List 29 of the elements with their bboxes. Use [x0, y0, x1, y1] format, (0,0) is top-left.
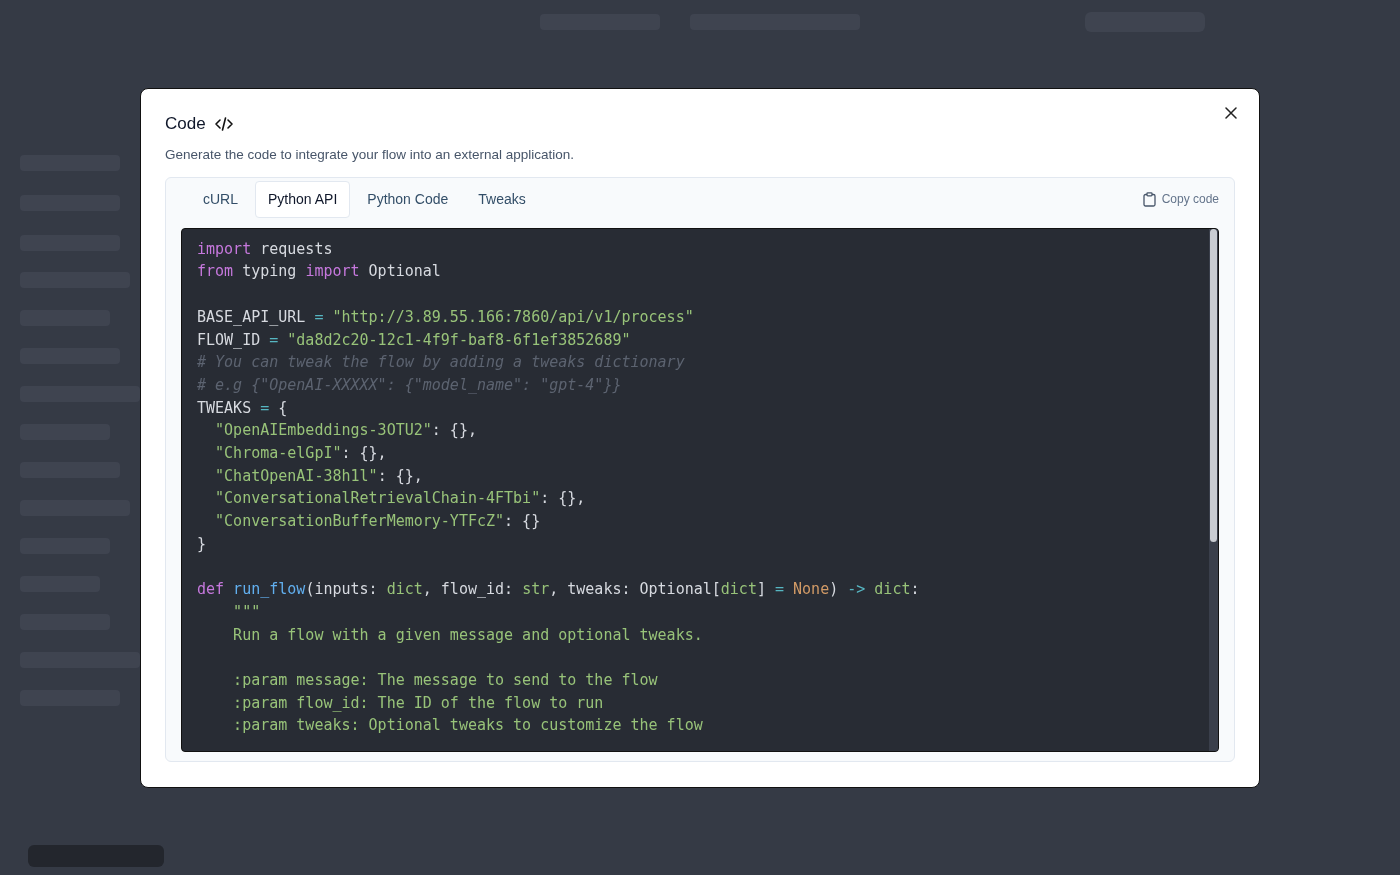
code-line: def run_flow(inputs: dict, flow_id: str, tweaks: Optional[dict] = None) -> dict: — [197, 579, 920, 601]
dialog-title: Code — [165, 113, 206, 135]
code-line: "ChatOpenAI-38h1l": {}, — [214, 465, 423, 487]
code-line: FLOW_ID = "da8d2c20-12c1-4f9f-baf8-6f1ef3852689" — [197, 329, 631, 351]
scrollbar[interactable] — [1209, 228, 1218, 751]
code-line: "Chroma-elGpI": {}, — [214, 443, 387, 465]
code-line: # You can tweak the flow by adding a tweaks dictionary — [197, 352, 685, 374]
copy-code-button[interactable]: Copy code — [1142, 186, 1219, 213]
code-line: # e.g {"OpenAI-XXXXX": {"model_name": "gpt-4"}} — [197, 374, 622, 396]
code-line: :param tweaks: Optional tweaks to customize the flow — [232, 715, 703, 737]
code-line: } — [197, 533, 207, 555]
code-line: "OpenAIEmbeddings-3OTU2": {}, — [214, 420, 477, 442]
code-line: "ConversationalRetrievalChain-4FTbi": {}, — [214, 488, 586, 510]
clipboard-icon — [1142, 191, 1156, 207]
code-line: """ — [232, 601, 261, 623]
code-line: Run a flow with a given message and optional tweaks. — [232, 624, 703, 646]
tab[interactable]: Python API — [255, 180, 351, 218]
code-line: from typing import Optional — [197, 261, 441, 283]
dialog-description: Generate the code to integrate your flow into an external application. — [165, 145, 575, 164]
code-line: BASE_API_URL = "http://3.89.55.166:7860/api/v1/process" — [197, 306, 694, 328]
tab[interactable]: Python Code — [354, 180, 462, 218]
code-icon — [213, 115, 234, 132]
code-line: :param message: The message to send to the flow — [232, 670, 658, 692]
tab[interactable]: cURL — [190, 180, 251, 218]
code-line: import requests — [197, 238, 333, 260]
code-line: TWEAKS = { — [197, 397, 288, 419]
code-line: "ConversationBufferMemory-YTFcZ": {} — [214, 511, 541, 533]
tab[interactable]: Tweaks — [465, 180, 539, 218]
code-line: :param flow_id: The ID of the flow to run — [232, 692, 604, 714]
